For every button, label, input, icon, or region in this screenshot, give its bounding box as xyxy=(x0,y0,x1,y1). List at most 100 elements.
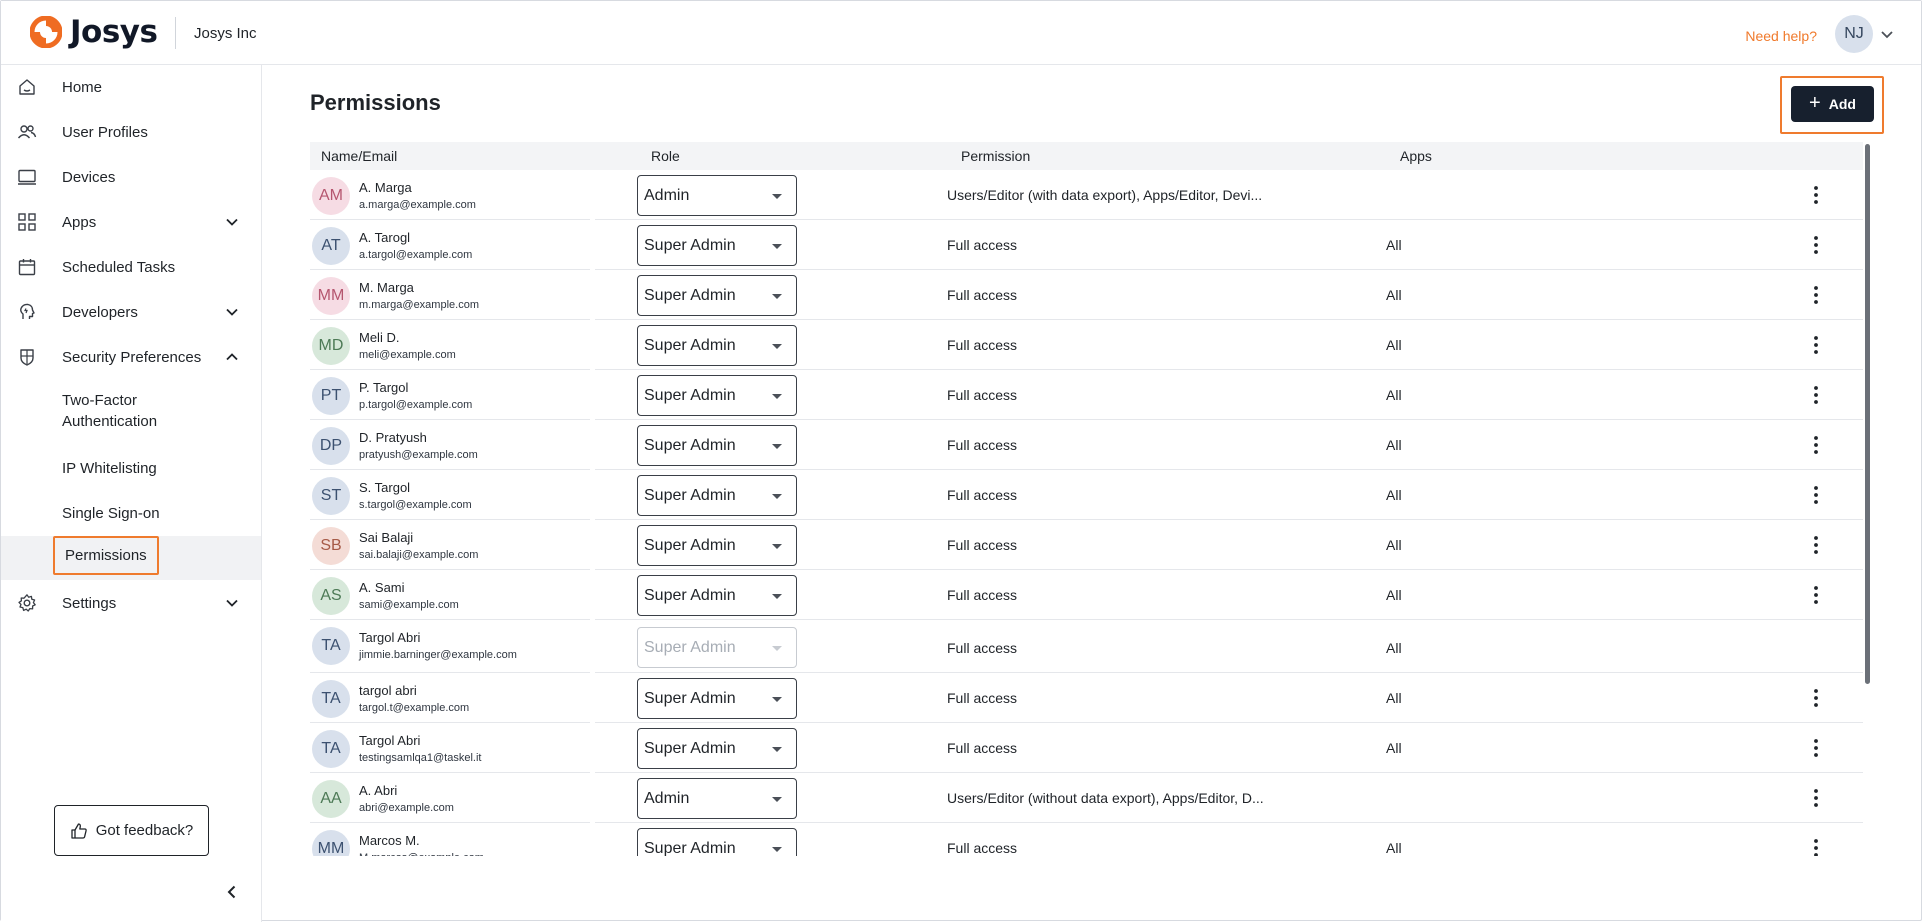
users-icon xyxy=(17,125,37,139)
user-email: pratyush@example.com xyxy=(359,449,478,461)
chevron-down-icon[interactable] xyxy=(225,215,239,229)
chevron-down-icon[interactable] xyxy=(225,596,239,610)
role-select[interactable]: Super Admin xyxy=(637,375,797,416)
more-options-icon[interactable] xyxy=(1806,334,1826,356)
more-options-icon[interactable] xyxy=(1806,284,1826,306)
apps-text: All xyxy=(1386,840,1402,856)
sidebar-subitem-label: IP Whitelisting xyxy=(62,460,157,477)
more-options-icon[interactable] xyxy=(1806,534,1826,556)
permission-text: Full access xyxy=(947,537,1018,553)
feedback-button[interactable]: Got feedback? xyxy=(54,805,209,856)
add-button[interactable]: + Add xyxy=(1791,86,1874,122)
role-select[interactable]: Admin xyxy=(637,778,797,819)
table-row: PT P. Targol p.targol@example.com Super Adm… xyxy=(296,370,1863,420)
sidebar-item-apps[interactable]: Apps xyxy=(1,200,261,244)
sidebar-item-scheduled-tasks[interactable]: Scheduled Tasks xyxy=(1,245,261,289)
role-select[interactable]: Super Admin xyxy=(637,828,797,856)
chevron-down-icon[interactable] xyxy=(1880,27,1894,41)
column-header-permission[interactable]: Permission xyxy=(961,148,1030,164)
role-select[interactable]: Super Admin xyxy=(637,275,797,316)
logo[interactable]: Josys xyxy=(30,14,158,50)
user-avatar: AT xyxy=(312,227,350,265)
apps-text: All xyxy=(1386,537,1402,553)
sidebar-item-settings[interactable]: Settings xyxy=(1,581,261,625)
sidebar-subitem-label-line1: Two-Factor xyxy=(62,392,138,409)
user-email: sai.balaji@example.com xyxy=(359,549,479,561)
shield-icon xyxy=(20,349,34,366)
user-email: meli@example.com xyxy=(359,349,456,361)
sidebar-item-developers[interactable]: Developers xyxy=(1,290,261,334)
more-options-icon[interactable] xyxy=(1806,787,1826,809)
user-avatar: AA xyxy=(312,780,350,818)
caret-down-icon xyxy=(772,697,782,702)
role-select[interactable]: Super Admin xyxy=(637,678,797,719)
user-email: sami@example.com xyxy=(359,599,459,611)
user-avatar[interactable]: NJ xyxy=(1835,15,1873,53)
sidebar-subitem-ip-whitelisting[interactable]: IP Whitelisting xyxy=(1,458,261,488)
table-row: MM Marcos M. M.marcos@example.com Super Adm… xyxy=(296,823,1863,856)
user-name: S. Targol xyxy=(359,480,411,495)
sidebar-item-devices[interactable]: Devices xyxy=(1,155,261,199)
need-help-link[interactable]: Need help? xyxy=(1745,28,1817,44)
role-select[interactable]: Super Admin xyxy=(637,425,797,466)
more-options-icon[interactable] xyxy=(1806,184,1826,206)
role-select[interactable]: Admin xyxy=(637,175,797,216)
role-select-value: Admin xyxy=(644,186,690,204)
more-options-icon[interactable] xyxy=(1806,687,1826,709)
column-header-role[interactable]: Role xyxy=(651,148,680,164)
feedback-label: Got feedback? xyxy=(95,822,194,839)
chevron-up-icon[interactable] xyxy=(225,350,239,364)
logo-text: Josys xyxy=(70,14,158,50)
user-email: m.marga@example.com xyxy=(359,299,479,311)
more-options-icon[interactable] xyxy=(1806,234,1826,256)
table-row: DP D. Pratyush pratyush@example.com Super A… xyxy=(296,420,1863,470)
user-name: Targol Abri xyxy=(359,733,421,748)
permission-text: Full access xyxy=(947,690,1018,706)
role-select[interactable]: Super Admin xyxy=(637,728,797,769)
sidebar-item-home[interactable]: Home xyxy=(1,65,261,109)
column-header-name-email[interactable]: Name/Email xyxy=(321,148,397,164)
sidebar-item-label: Developers xyxy=(62,303,138,321)
more-options-icon[interactable] xyxy=(1806,737,1826,759)
role-select[interactable]: Super Admin xyxy=(637,225,797,266)
role-select-value: Super Admin xyxy=(644,436,736,454)
more-options-icon[interactable] xyxy=(1806,384,1826,406)
more-options-icon[interactable] xyxy=(1806,584,1826,606)
role-select[interactable]: Super Admin xyxy=(637,525,797,566)
sidebar-item-label: User Profiles xyxy=(62,123,148,141)
column-header-apps[interactable]: Apps xyxy=(1400,148,1432,164)
user-email: M.marcos@example.com xyxy=(359,852,484,856)
role-select[interactable]: Super Admin xyxy=(637,475,797,516)
more-options-icon[interactable] xyxy=(1806,484,1826,506)
sidebar-item-security-preferences[interactable]: Security Preferences xyxy=(1,335,261,379)
role-select-value: Super Admin xyxy=(644,689,736,707)
user-name: Targol Abri xyxy=(359,630,421,645)
apps-text: All xyxy=(1386,690,1402,706)
user-name: M. Marga xyxy=(359,280,414,295)
table-scrollbar-thumb[interactable] xyxy=(1865,144,1870,684)
collapse-sidebar-icon[interactable] xyxy=(223,883,241,901)
sidebar-subitem-single-sign-on[interactable]: Single Sign-on xyxy=(1,503,261,533)
user-name: A. Marga xyxy=(359,180,412,195)
apps-text: All xyxy=(1386,437,1402,453)
sidebar-subitem-label-line2: Authentication xyxy=(62,413,158,430)
role-select[interactable]: Super Admin xyxy=(637,575,797,616)
sidebar-item-user-profiles[interactable]: User Profiles xyxy=(1,110,261,154)
user-email: targol.t@example.com xyxy=(359,702,470,714)
role-select-value: Super Admin xyxy=(644,638,736,656)
user-email: jimmie.barninger@example.com xyxy=(359,649,517,661)
role-select-value: Super Admin xyxy=(644,386,736,404)
user-avatar: DP xyxy=(312,427,350,465)
table-header: Name/Email Role Permission Apps xyxy=(310,142,1863,170)
user-email: testingsamlqa1@taskel.it xyxy=(359,752,482,764)
user-avatar: TA xyxy=(312,627,350,665)
sidebar-subitem-permissions[interactable]: Permissions xyxy=(1,536,261,580)
more-options-icon[interactable] xyxy=(1806,434,1826,456)
chevron-down-icon[interactable] xyxy=(225,305,239,319)
home-icon xyxy=(19,79,35,95)
more-options-icon[interactable] xyxy=(1806,837,1826,856)
sidebar-subitem-two-factor-authentication[interactable]: Two-Factor Authentication xyxy=(1,390,261,434)
role-select: Super Admin xyxy=(637,627,797,668)
role-select[interactable]: Super Admin xyxy=(637,325,797,366)
permission-text: Full access xyxy=(947,840,1018,856)
